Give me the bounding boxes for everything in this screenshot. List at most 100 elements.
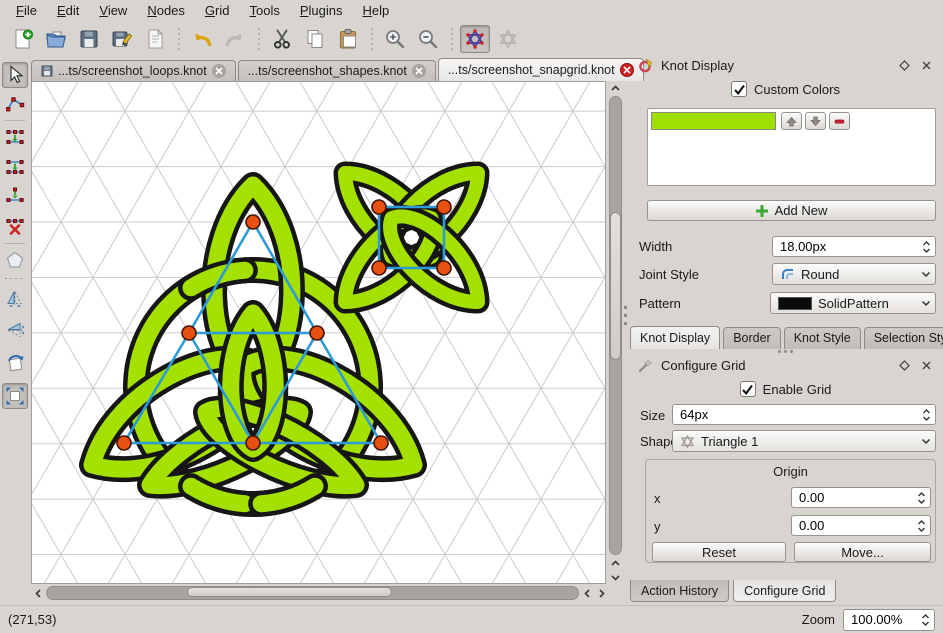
width-spinbox[interactable]: [772, 236, 936, 257]
insert-node-single-icon: [6, 187, 24, 202]
dock-tab[interactable]: Knot Style: [783, 327, 861, 349]
dock-tab[interactable]: Knot Display: [630, 326, 721, 349]
tab-close-icon[interactable]: [411, 64, 426, 78]
copy-button[interactable]: [300, 25, 330, 53]
scroll-down-icon[interactable]: [608, 570, 622, 584]
bottom-dock-tab[interactable]: Configure Grid: [733, 580, 837, 602]
move-color-up-button[interactable]: [781, 112, 802, 130]
remove-icon: [834, 119, 845, 124]
menu-item[interactable]: Plugins: [290, 1, 353, 21]
snap-grid-toggle[interactable]: [460, 25, 490, 53]
remove-node-button[interactable]: [2, 212, 28, 238]
document-tab[interactable]: ...ts/screenshot_snapgrid.knot: [437, 58, 644, 81]
move-origin-button[interactable]: Move...: [794, 542, 931, 562]
grid-size-spinbox[interactable]: [672, 404, 936, 425]
scroll-right-icon[interactable]: [594, 586, 608, 600]
custom-colors-checkbox[interactable]: [731, 81, 748, 97]
menu-item[interactable]: Nodes: [137, 1, 195, 21]
document-save-icon: [80, 30, 98, 48]
vertical-scrollbar[interactable]: [608, 81, 623, 584]
scroll-left-icon[interactable]: [31, 586, 45, 600]
zoom-in-button[interactable]: [380, 25, 410, 53]
zoom-spinbox[interactable]: [843, 608, 935, 631]
enable-grid-checkbox[interactable]: [739, 381, 756, 397]
grid-shape-combobox[interactable]: Triangle 1: [672, 430, 936, 452]
float-dock-icon[interactable]: [897, 58, 911, 72]
spin-arrows-icon[interactable]: [922, 408, 931, 422]
horizontal-scrollbar-track[interactable]: [46, 586, 579, 600]
cut-icon: [274, 29, 290, 49]
horizontal-scrollbar-thumb[interactable]: [187, 587, 392, 597]
menu-item[interactable]: Tools: [240, 1, 290, 21]
rotate-tool-button[interactable]: [2, 350, 28, 376]
paste-button[interactable]: [333, 25, 363, 53]
menu-item[interactable]: Grid: [195, 1, 240, 21]
vertical-scrollbar-track[interactable]: [609, 96, 622, 555]
scroll-up-icon[interactable]: [608, 556, 622, 570]
origin-y-spinbox[interactable]: [791, 515, 931, 536]
menu-item[interactable]: Edit: [47, 1, 89, 21]
edge-tool-button[interactable]: [2, 91, 28, 117]
document-tab[interactable]: ...ts/screenshot_loops.knot: [31, 60, 236, 81]
spin-arrows-icon[interactable]: [921, 613, 930, 627]
document-open-icon: [46, 31, 66, 48]
save-icon: [41, 65, 53, 77]
status-bar: (271,53) Zoom: [0, 605, 943, 633]
scroll-left-icon[interactable]: [580, 586, 594, 600]
horizontal-scrollbar[interactable]: [31, 586, 608, 600]
pattern-combobox[interactable]: SolidPattern: [770, 292, 936, 314]
document-open-button[interactable]: [41, 25, 71, 53]
insert-node-single-button[interactable]: [2, 183, 28, 209]
close-dock-icon[interactable]: [919, 358, 933, 372]
insert-node-top-icon: [6, 130, 24, 144]
polygon-tool-button[interactable]: [2, 247, 28, 273]
spin-arrows-icon[interactable]: [917, 519, 926, 533]
add-new-button[interactable]: Add New: [647, 200, 936, 221]
menu-item[interactable]: View: [89, 1, 137, 21]
dock-tab[interactable]: Selection Style: [863, 327, 943, 349]
reset-origin-button[interactable]: Reset: [652, 542, 786, 562]
scroll-up-icon[interactable]: [608, 81, 622, 95]
spin-arrows-icon[interactable]: [922, 240, 931, 254]
cut-button[interactable]: [267, 25, 297, 53]
redo-button[interactable]: [220, 25, 250, 53]
insert-node-bottom-button[interactable]: [2, 154, 28, 180]
dock-tab[interactable]: Border: [723, 327, 781, 349]
color-swatch[interactable]: [651, 112, 776, 130]
undo-button[interactable]: [187, 25, 217, 53]
document-tab[interactable]: ...ts/screenshot_shapes.knot: [237, 60, 436, 81]
spin-arrows-icon[interactable]: [917, 491, 926, 505]
dock-splitter-handle[interactable]: [628, 350, 943, 354]
move-color-down-button[interactable]: [805, 112, 826, 130]
pattern-value: SolidPattern: [818, 295, 889, 311]
tools-toolbar: [0, 56, 30, 536]
joint-style-combobox[interactable]: Round: [772, 263, 936, 285]
document-export-button[interactable]: [140, 25, 170, 53]
color-list[interactable]: [647, 108, 936, 186]
close-dock-icon[interactable]: [919, 58, 933, 72]
zoom-out-button[interactable]: [413, 25, 443, 53]
origin-x-spinbox[interactable]: [791, 487, 931, 508]
select-tool-button[interactable]: [2, 62, 28, 88]
menu-item[interactable]: File: [6, 1, 47, 21]
bottom-dock-tab[interactable]: Action History: [630, 580, 730, 602]
menu-item[interactable]: Help: [353, 1, 400, 21]
knot-canvas[interactable]: [31, 81, 606, 584]
vertical-scrollbar-thumb[interactable]: [610, 212, 621, 360]
tab-label: ...ts/screenshot_snapgrid.knot: [447, 63, 615, 77]
cursor-coordinates: (271,53): [8, 612, 57, 627]
grid-shape-toggle[interactable]: [493, 25, 523, 53]
toolbar-separator: [448, 28, 455, 50]
flip-horizontal-axis-button[interactable]: [2, 317, 28, 343]
float-dock-icon[interactable]: [897, 358, 911, 372]
document-new-button[interactable]: [8, 25, 38, 53]
redo-icon: [225, 33, 242, 47]
tab-close-icon[interactable]: [211, 64, 226, 78]
scale-tool-button[interactable]: [2, 383, 28, 409]
document-save-button[interactable]: [74, 25, 104, 53]
zoom-label: Zoom: [801, 612, 835, 627]
remove-color-button[interactable]: [829, 112, 850, 130]
document-save-as-button[interactable]: [107, 25, 137, 53]
flip-vertical-axis-button[interactable]: [2, 284, 28, 310]
insert-node-top-button[interactable]: [2, 124, 28, 150]
